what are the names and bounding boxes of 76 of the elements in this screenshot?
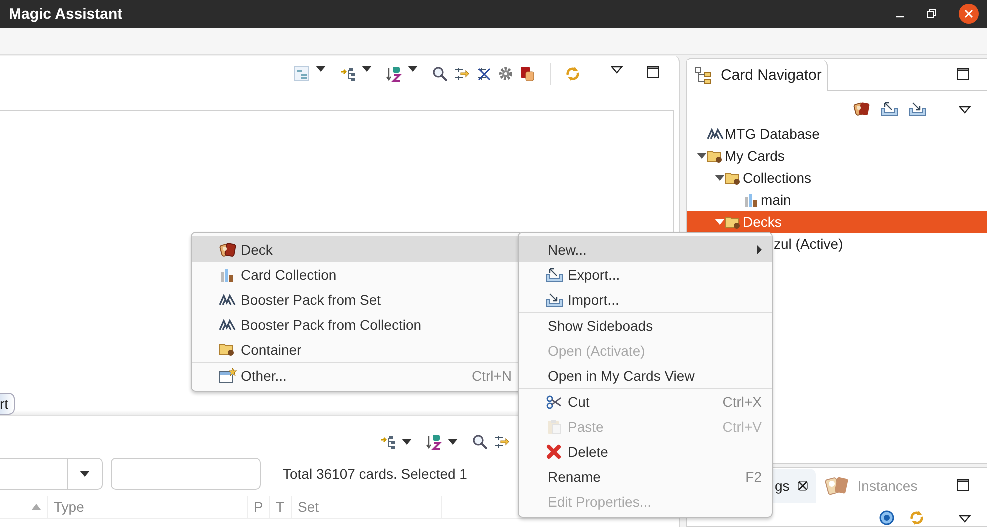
folder-icon: [725, 214, 742, 230]
menu-item[interactable]: Other... Ctrl+N: [192, 363, 522, 388]
scissors-icon: [546, 394, 562, 410]
export-icon[interactable]: [881, 101, 899, 117]
tree-item[interactable]: MTG Database: [687, 123, 987, 145]
dropdown-caret-icon[interactable]: [448, 439, 458, 445]
column-header[interactable]: P: [248, 496, 270, 518]
globe-icon[interactable]: [879, 510, 895, 526]
close-icon[interactable]: [959, 4, 979, 24]
window-title: Magic Assistant: [9, 6, 124, 22]
import-icon[interactable]: [909, 101, 927, 117]
menu-item[interactable]: Card Collection: [192, 262, 522, 287]
menu-item[interactable]: Import...: [519, 287, 772, 312]
sort-az-icon[interactable]: [386, 66, 402, 82]
menu-item[interactable]: Delete: [519, 439, 772, 464]
tree-item[interactable]: main: [687, 189, 987, 211]
menu-item[interactable]: Booster Pack from Set: [192, 287, 522, 312]
menu-item[interactable]: Booster Pack from Collection: [192, 312, 522, 337]
tree-item[interactable]: My Cards: [687, 145, 987, 167]
sort-arrow-icon: [32, 504, 41, 510]
new-window-icon: [219, 368, 237, 384]
bar-chart-icon: [743, 192, 759, 208]
column-header[interactable]: T: [270, 496, 292, 518]
menu-item[interactable]: Cut Ctrl+X: [519, 389, 772, 414]
menu-item[interactable]: Show Sideboads: [519, 313, 772, 338]
maximize-icon[interactable]: [647, 66, 659, 78]
dropdown-caret-icon[interactable]: [362, 66, 372, 72]
clipboard-icon: [546, 418, 562, 434]
folder-icon: [725, 170, 742, 186]
sort-az-icon[interactable]: [426, 434, 442, 450]
mountain-icon: [707, 128, 724, 140]
menu-item[interactable]: Open in My Cards View: [519, 363, 772, 388]
view-menu-icon[interactable]: [611, 66, 623, 74]
view-tab[interactable]: Card Navigator: [687, 60, 828, 91]
column-header[interactable]: Set: [292, 496, 442, 518]
restore-icon[interactable]: [927, 9, 937, 19]
gear-icon[interactable]: [498, 66, 514, 82]
search-icon[interactable]: [472, 434, 488, 450]
menu-item[interactable]: Export...: [519, 262, 772, 287]
view-menu-icon[interactable]: [959, 106, 971, 114]
deck-icon: [219, 242, 237, 258]
column-header[interactable]: Type: [48, 496, 248, 518]
deck-icon[interactable]: [853, 101, 871, 117]
card-stack-icon[interactable]: [520, 66, 536, 82]
maximize-icon[interactable]: [957, 479, 969, 491]
tree-icon: [695, 66, 713, 84]
folder-icon: [707, 148, 724, 164]
search-field[interactable]: [111, 458, 261, 490]
maximize-icon[interactable]: [957, 68, 969, 80]
delete-icon: [546, 444, 562, 460]
mountain-icon: [219, 318, 236, 330]
dropdown-caret-icon[interactable]: [408, 66, 418, 72]
dropdown-caret-icon[interactable]: [80, 471, 90, 477]
tree-layout-icon[interactable]: [294, 66, 310, 82]
mountain-icon: [219, 294, 236, 306]
view-menu-icon[interactable]: [959, 515, 971, 523]
dropdown-caret-icon[interactable]: [402, 439, 412, 445]
card-count-text: Total 36107 cards. Selected 1: [283, 466, 468, 482]
bar-chart-icon: [219, 266, 235, 282]
menu-item[interactable]: New...: [519, 237, 772, 262]
arrows-icon[interactable]: [494, 434, 510, 450]
search-icon[interactable]: [432, 66, 448, 82]
editor-tab[interactable]: rt: [0, 392, 15, 414]
export-icon: [546, 266, 564, 282]
tree-item[interactable]: Collections: [687, 167, 987, 189]
close-icon[interactable]: [798, 481, 808, 491]
folder-icon: [219, 342, 236, 357]
group-icon[interactable]: [340, 66, 356, 82]
arrows-icon[interactable]: [454, 66, 470, 82]
import-icon: [546, 292, 564, 308]
menu-item[interactable]: Container: [192, 337, 522, 362]
tree-item[interactable]: Decks: [687, 211, 987, 233]
group-icon[interactable]: [380, 434, 396, 450]
dropdown-caret-icon[interactable]: [316, 66, 326, 72]
cards-icon: [824, 475, 850, 497]
crossed-arrows-icon[interactable]: [476, 66, 492, 82]
